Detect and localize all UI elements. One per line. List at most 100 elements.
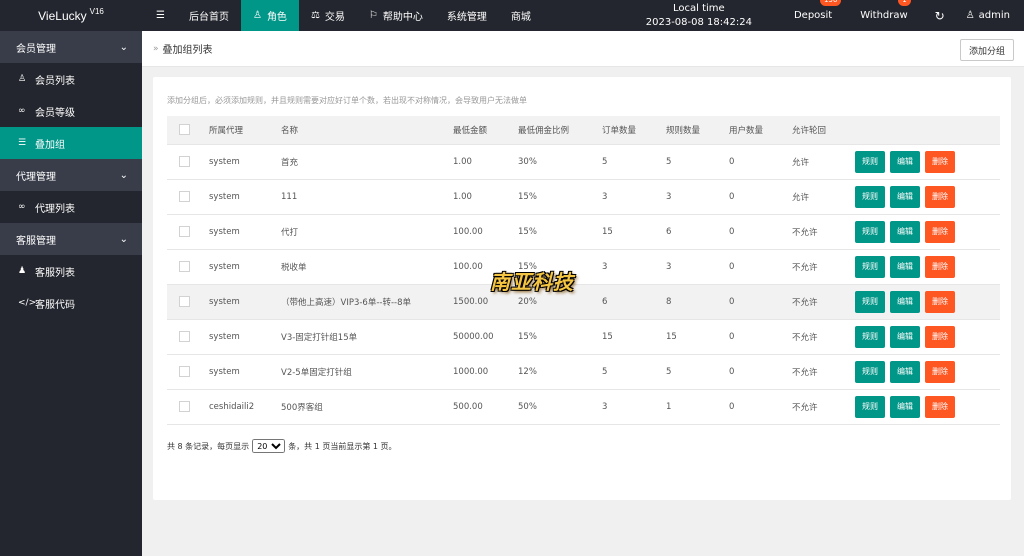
delete-button[interactable]: 删除 <box>925 185 955 208</box>
deposit-button[interactable]: Deposit 136 <box>780 0 846 31</box>
cell-user-count: 0 <box>725 179 788 215</box>
delete-button[interactable]: 删除 <box>925 325 955 348</box>
cell-user-count: 0 <box>725 354 788 390</box>
edit-button[interactable]: 编辑 <box>890 395 920 418</box>
edit-button[interactable]: 编辑 <box>890 185 920 208</box>
row-checkbox[interactable] <box>179 331 190 342</box>
row-actions: 规则 编辑 删除 <box>851 354 1000 390</box>
sidebar-item-label: 会员列表 <box>35 75 75 87</box>
cell-user-count: 0 <box>725 319 788 355</box>
cell-rule-count: 3 <box>662 249 725 285</box>
cell-user-count: 0 <box>725 249 788 285</box>
sidebar-group-agents[interactable]: 代理管理 ⌄ <box>0 159 142 191</box>
cell-order-count: 15 <box>598 214 662 250</box>
nav-role[interactable]: ♙ 角色 <box>240 0 299 31</box>
nav-system[interactable]: 系统管理 <box>435 0 499 31</box>
delete-button[interactable]: 删除 <box>925 395 955 418</box>
cell-name: （带他上高速）VIP3-6单--转--8单 <box>277 284 449 320</box>
nav-trade[interactable]: ⚖ 交易 <box>299 0 357 31</box>
clock-label: Local time <box>673 2 725 14</box>
withdraw-badge: 1 <box>898 0 911 6</box>
refresh-button[interactable]: ↻ <box>922 0 958 31</box>
cell-min-commission: 12% <box>514 354 598 390</box>
sidebar-item-support-code[interactable]: </> 客服代码 <box>0 287 142 319</box>
top-right-area: Local time 2023-08-08 18:42:24 Deposit 1… <box>622 0 1024 31</box>
edit-button[interactable]: 编辑 <box>890 255 920 278</box>
row-checkbox[interactable] <box>179 226 190 237</box>
row-checkbox[interactable] <box>179 401 190 412</box>
sidebar-item-member-list[interactable]: ♙ 会员列表 <box>0 63 142 95</box>
cell-min-amount: 1.00 <box>449 144 514 180</box>
cell-min-commission: 30% <box>514 144 598 180</box>
sidebar-item-label: 客服列表 <box>35 267 75 279</box>
user-menu[interactable]: ♙ admin <box>958 0 1024 31</box>
menu-icon: ☰ <box>156 10 165 21</box>
row-checkbox[interactable] <box>179 156 190 167</box>
user-icon: ♙ <box>965 10 975 21</box>
rule-button[interactable]: 规则 <box>855 325 885 348</box>
col-order-count: 订单数量 <box>598 116 662 145</box>
rule-button[interactable]: 规则 <box>855 290 885 313</box>
link-icon: ∞ <box>18 106 26 116</box>
menu-toggle-button[interactable]: ☰ <box>142 0 177 31</box>
rule-button[interactable]: 规则 <box>855 220 885 243</box>
sidebar-item-support-list[interactable]: ♟ 客服列表 <box>0 255 142 287</box>
col-agent: 所属代理 <box>205 116 277 145</box>
nav-help[interactable]: ⚐ 帮助中心 <box>357 0 435 31</box>
nav-system-label: 系统管理 <box>446 12 487 23</box>
cell-order-count: 3 <box>598 389 662 425</box>
cell-agent: system <box>205 249 277 285</box>
rule-button[interactable]: 规则 <box>855 395 885 418</box>
row-checkbox[interactable] <box>179 296 190 307</box>
sidebar-item-overlay-group[interactable]: ☰ 叠加组 <box>0 127 142 159</box>
withdraw-button[interactable]: Withdraw 1 <box>846 0 921 31</box>
delete-button[interactable]: 删除 <box>925 220 955 243</box>
nav-mall[interactable]: 商城 <box>499 0 543 31</box>
delete-button[interactable]: 删除 <box>925 255 955 278</box>
deposit-label: Deposit <box>793 10 833 21</box>
nav-mall-label: 商城 <box>510 12 531 23</box>
col-rule-count: 规则数量 <box>662 116 725 145</box>
edit-button[interactable]: 编辑 <box>890 290 920 313</box>
edit-button[interactable]: 编辑 <box>890 220 920 243</box>
edit-button[interactable]: 编辑 <box>890 325 920 348</box>
row-actions: 规则 编辑 删除 <box>851 144 1000 180</box>
double-chevron-icon: » <box>153 43 159 54</box>
app-logo[interactable]: VieLucky V16 <box>0 0 142 31</box>
refresh-icon: ↻ <box>934 8 945 23</box>
table-row: system V3-固定打针组15单 50000.00 15% 15 15 0 不允许 规则 编辑… <box>167 319 1000 355</box>
row-checkbox[interactable] <box>179 191 190 202</box>
cell-order-count: 15 <box>598 319 662 355</box>
sidebar-group-label: 客服管理 <box>16 235 56 247</box>
delete-button[interactable]: 删除 <box>925 360 955 383</box>
row-checkbox[interactable] <box>179 261 190 272</box>
cell-order-count: 3 <box>598 179 662 215</box>
page-size-select[interactable]: 20 <box>252 439 286 453</box>
sidebar-item-member-level[interactable]: ∞ 会员等级 <box>0 95 142 127</box>
cell-order-count: 5 <box>598 144 662 180</box>
edit-button[interactable]: 编辑 <box>890 150 920 173</box>
cell-order-count: 6 <box>598 284 662 320</box>
rule-button[interactable]: 规则 <box>855 150 885 173</box>
sidebar-group-members[interactable]: 会员管理 ⌄ <box>0 31 142 63</box>
cell-allow-loop: 允许 <box>788 144 851 180</box>
code-icon: </> <box>18 298 37 308</box>
col-name: 名称 <box>277 116 449 145</box>
edit-button[interactable]: 编辑 <box>890 360 920 383</box>
row-checkbox[interactable] <box>179 366 190 377</box>
col-user-count: 用户数量 <box>725 116 788 145</box>
select-all-checkbox[interactable] <box>179 124 190 136</box>
sidebar-item-agent-list[interactable]: ∞ 代理列表 <box>0 191 142 223</box>
sidebar-item-label: 客服代码 <box>35 299 75 311</box>
rule-button[interactable]: 规则 <box>855 185 885 208</box>
delete-button[interactable]: 删除 <box>925 150 955 173</box>
delete-button[interactable]: 删除 <box>925 290 955 313</box>
scale-icon: ⚖ <box>310 10 320 21</box>
pagination: 共 8 条记录，每页显示 20 条，共 1 页当前显示第 1 页。 <box>167 439 397 453</box>
add-group-button[interactable]: 添加分组 <box>959 39 1014 61</box>
sidebar-group-support[interactable]: 客服管理 ⌄ <box>0 223 142 255</box>
nav-home[interactable]: 后台首页 <box>177 0 241 31</box>
rule-button[interactable]: 规则 <box>855 255 885 278</box>
rule-button[interactable]: 规则 <box>855 360 885 383</box>
sidebar-group-label: 会员管理 <box>16 43 56 55</box>
